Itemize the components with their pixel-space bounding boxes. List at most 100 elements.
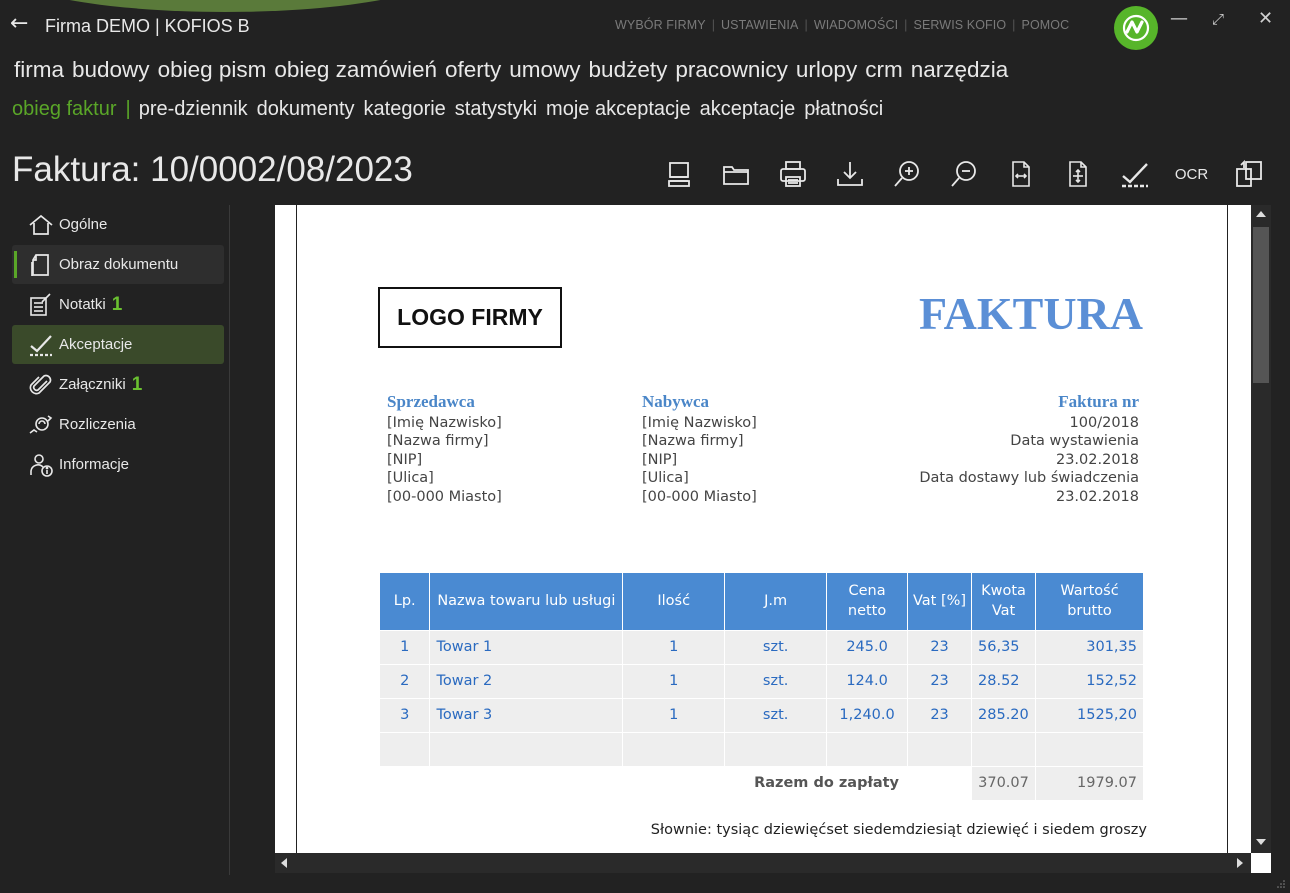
sidebar-item-akceptacje[interactable]: Akceptacje [12,325,224,364]
vertical-scrollbar[interactable] [1251,205,1271,853]
seller-line: [NIP] [387,451,423,468]
nav-moje-akceptacje[interactable]: moje akceptacje [546,98,691,121]
back-arrow-icon[interactable]: ← [10,12,28,36]
nav-narzedzia[interactable]: narzędzia [911,57,1009,83]
empty-cell [622,731,726,766]
sidebar-item-zalaczniki[interactable]: Załączniki 1 [12,365,224,404]
menu-separator: | [711,18,716,32]
menu-settings[interactable]: USTAWIENIA [721,18,798,32]
nav-urlopy[interactable]: urlopy [796,57,857,83]
invoice-detail-line: 100/2018 [1069,414,1139,431]
invoice-detail-line: 23.02.2018 [1055,451,1139,468]
approve-icon [28,333,54,357]
buyer-block: Nabywca [Imię Nazwisko] [Nazwa firmy] [N… [642,392,757,506]
export-icon[interactable] [1220,152,1277,196]
table-header-row: Lp. Nazwa towaru lub usługi Ilość J.m Ce… [380,573,1144,630]
scroll-left-icon[interactable] [281,858,287,868]
nav-platnosci[interactable]: płatności [804,98,883,121]
buyer-line: [Imię Nazwisko] [642,414,757,431]
nav-obieg-faktur[interactable]: obieg faktur [12,98,117,121]
menu-company-select[interactable]: WYBÓR FIRMY [615,18,706,32]
column-header: Ilość [622,573,726,630]
minimize-icon[interactable]: — [1170,8,1188,29]
nav-obieg-zamowien[interactable]: obieg zamówień [274,57,437,83]
menu-separator: | [1012,18,1016,32]
nav-budowy[interactable]: budowy [72,57,150,83]
nav-pre-dziennik[interactable]: pre-dziennik [139,98,248,121]
nav-dokumenty[interactable]: dokumenty [257,98,355,121]
empty-cell [429,731,624,766]
scanner-icon[interactable] [650,152,707,196]
column-header: Vat [%] [907,573,973,630]
total-vat: 370.07 [971,765,1036,800]
approve-icon[interactable] [1106,152,1163,196]
menu-service[interactable]: SERWIS KOFIO [914,18,1007,32]
cell-vat-rate: 23 [907,629,973,664]
nav-statystyki[interactable]: statystyki [455,98,537,121]
column-header: Kwota Vat [971,573,1036,630]
cell-lp: 2 [380,663,431,698]
viewer-margin [275,205,297,853]
nav-budzety[interactable]: budżety [589,57,668,83]
document-viewer[interactable]: LOGO FIRMY FAKTURA Sprzedawca [Imię Nazw… [275,205,1271,873]
zoom-out-icon[interactable] [935,152,992,196]
total-gross: 1979.07 [1035,765,1144,800]
seller-block: Sprzedawca [Imię Nazwisko] [Nazwa firmy]… [387,392,502,506]
nav-obieg-pism[interactable]: obieg pism [158,57,267,83]
nav-akceptacje[interactable]: akceptacje [700,98,796,121]
horizontal-scrollbar[interactable] [275,853,1251,873]
sidebar-item-informacje[interactable]: Informacje [12,445,224,484]
total-label: Razem do zapłaty [380,765,973,800]
column-header: J.m [724,573,828,630]
seller-heading: Sprzedawca [387,392,475,411]
total-row: Razem do zapłaty 370.07 1979.07 [380,765,1144,800]
resize-grip-icon[interactable] [1276,879,1286,889]
print-icon[interactable] [764,152,821,196]
menu-messages[interactable]: WIADOMOŚCI [814,18,898,32]
cell-name: Towar 3 [429,697,624,732]
buyer-heading: Nabywca [642,392,710,411]
empty-cell [724,731,828,766]
amount-in-words: Słownie: tysiąc dziewięćset siedemdziesi… [650,822,1147,838]
home-icon [28,213,54,237]
cell-net-price: 124.0 [826,663,909,698]
nav-crm[interactable]: crm [865,57,903,83]
document-image-icon [28,253,54,277]
ocr-button[interactable]: OCR [1163,152,1220,196]
scroll-up-icon[interactable] [1256,211,1266,217]
kofios-logo-icon[interactable] [1114,6,1158,50]
sidebar-item-rozliczenia[interactable]: Rozliczenia [12,405,224,444]
nav-umowy[interactable]: umowy [509,57,580,83]
buyer-line: [Ulica] [642,470,689,486]
invoice-heading: FAKTURA [918,288,1143,339]
empty-cell [1035,731,1144,766]
nav-firma[interactable]: firma [14,57,64,83]
download-icon[interactable] [821,152,878,196]
close-icon[interactable]: ✕ [1258,8,1273,29]
sidebar-item-notatki[interactable]: Notatki 1 [12,285,224,324]
scrollbar-thumb[interactable] [1253,227,1269,383]
invoice-detail-line: Data wystawienia [1010,433,1139,449]
sidebar-item-obraz-dokumentu[interactable]: Obraz dokumentu [12,245,224,284]
nav-oferty[interactable]: oferty [445,57,501,83]
settlement-icon [28,413,54,437]
cell-vat-amount: 56,35 [971,629,1036,664]
nav-kategorie[interactable]: kategorie [364,98,446,121]
user-info-icon [28,453,54,477]
scroll-down-icon[interactable] [1256,839,1266,845]
menu-separator: | [804,18,808,32]
cell-vat-amount: 285.20 [971,697,1036,732]
menu-help[interactable]: POMOC [1022,18,1070,32]
sidebar-item-ogolne[interactable]: Ogólne [12,205,224,244]
invoice-detail-line: Data dostawy lub świadczenia [919,470,1139,486]
document-sidebar: Ogólne Obraz dokumentu Notatki 1 Akcepta… [12,205,224,485]
fit-page-icon[interactable] [1049,152,1106,196]
folder-icon[interactable] [707,152,764,196]
nav-pracownicy[interactable]: pracownicy [675,57,788,83]
table-row: 2 Towar 2 1 szt. 124.0 23 28.52 152,52 [380,663,1144,698]
fit-width-icon[interactable] [992,152,1049,196]
scroll-right-icon[interactable] [1237,858,1243,868]
maximize-icon[interactable]: ⤢ [1212,10,1224,28]
zoom-in-icon[interactable] [878,152,935,196]
column-header: Nazwa towaru lub usługi [429,573,624,630]
